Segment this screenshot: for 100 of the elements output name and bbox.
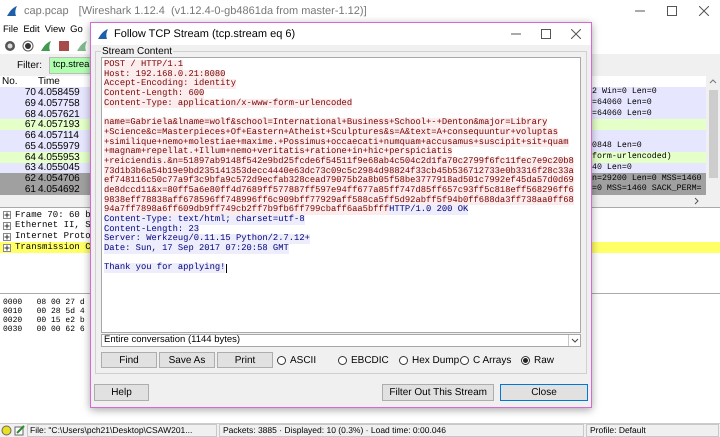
client-text: +magnam+repellat.+Illum+nemo+veritatis+ratione+in+hic+perspiciatis bbox=[104, 147, 452, 157]
format-radio[interactable]: Raw bbox=[521, 352, 554, 368]
dialog-button[interactable]: Help bbox=[94, 384, 149, 401]
restart-icon bbox=[76, 40, 88, 52]
window-title: cap.pcap bbox=[24, 4, 69, 19]
packet-time: 4.057621 bbox=[38, 108, 81, 120]
conversation-dropdown[interactable]: Entire conversation (1144 bytes) bbox=[101, 334, 581, 347]
client-text: POST / HTTP/1.1 bbox=[104, 60, 184, 70]
chevron-right-icon[interactable] bbox=[694, 196, 700, 205]
minimize-icon[interactable] bbox=[635, 10, 645, 12]
minimize-icon[interactable] bbox=[511, 33, 521, 35]
status-file: File: "C:\Users\pch21\Desktop\CSAW201... bbox=[27, 424, 217, 437]
dialog-button[interactable]: Close bbox=[500, 384, 588, 401]
client-text: +similique+nemo+molestiae+maxime.+Possimus+occaecati+numquam+accusamus+suscipit+sit+quam bbox=[104, 138, 569, 148]
packet-number: 64 bbox=[24, 150, 37, 163]
expand-icon[interactable] bbox=[4, 244, 10, 251]
packet-time: 4.057758 bbox=[38, 96, 81, 110]
menu-item[interactable]: View bbox=[44, 22, 66, 38]
client-text: Content-Type: application/x-www-form-urlencoded bbox=[104, 98, 352, 108]
tool-button[interactable]: Save As bbox=[159, 352, 215, 368]
client-text: Accept-Encoding: identity bbox=[104, 79, 236, 90]
server-text: Date: Sun, 17 Sep 2017 07:20:58 GMT bbox=[104, 244, 289, 254]
hex-line: 0020 00 15 e2 b bbox=[2, 316, 86, 325]
tool-button[interactable]: Print bbox=[217, 352, 273, 368]
packet-number: 66 bbox=[24, 129, 37, 142]
client-text: Host: 192.168.0.21:8080 bbox=[104, 70, 226, 80]
stream-text-area[interactable] bbox=[101, 57, 581, 333]
packet-time: 4.054692 bbox=[38, 183, 81, 198]
packet-time: 4.057193 bbox=[38, 118, 81, 131]
packet-info: =64060 Len=0 bbox=[592, 96, 653, 109]
hex-line: 0000 08 00 27 d bbox=[2, 298, 86, 307]
packet-time: 4.057114 bbox=[38, 129, 80, 142]
menu-item[interactable]: Go bbox=[70, 22, 83, 38]
server-text: Content-Length: 23 bbox=[104, 224, 200, 234]
status-indicator-icon[interactable] bbox=[1, 425, 12, 436]
server-text: Thank you for applying! bbox=[104, 263, 226, 274]
packet-info: =0 MSS=1460 SACK_PERM= bbox=[592, 183, 703, 196]
expand-icon[interactable] bbox=[4, 234, 10, 240]
detail-text: Ethernet II, S bbox=[15, 219, 91, 232]
chevron-up-icon[interactable] bbox=[709, 78, 717, 84]
format-radio[interactable]: C Arrays bbox=[460, 352, 521, 368]
menu-item[interactable]: Edit bbox=[23, 22, 40, 38]
server-text: Server: Werkzeug/0.11.15 Python/2.7.12+ bbox=[104, 234, 310, 244]
server-text: HTTP/1.0 200 OK bbox=[389, 205, 468, 216]
format-radio[interactable]: EBCDIC bbox=[338, 352, 399, 368]
detail-text: Internet Proto bbox=[15, 230, 91, 242]
detail-text: Frame 70: 60 b bbox=[15, 208, 91, 220]
packet-time: 4.055979 bbox=[38, 140, 81, 153]
format-radio[interactable]: Hex Dump bbox=[399, 352, 460, 368]
packet-time: 4.055045 bbox=[38, 161, 81, 174]
column-header[interactable]: No. bbox=[0, 76, 38, 87]
expand-icon[interactable] bbox=[4, 223, 10, 230]
chevron-down-icon bbox=[568, 335, 580, 346]
server-text: Content-Type: text/html; charset=utf-8 bbox=[104, 215, 305, 225]
packet-time: 4.058459 bbox=[38, 86, 81, 99]
comment-edit-icon[interactable] bbox=[14, 425, 25, 436]
stop-icon[interactable] bbox=[58, 40, 70, 52]
detail-text: Transmission C bbox=[15, 241, 91, 254]
dropdown-value: Entire conversation (1144 bytes) bbox=[103, 333, 242, 348]
shark-fin-icon bbox=[6, 5, 18, 17]
packet-number: 67 bbox=[24, 118, 37, 131]
close-icon[interactable] bbox=[571, 29, 581, 39]
packet-number: 65 bbox=[24, 140, 37, 153]
interfaces-icon[interactable] bbox=[4, 40, 16, 52]
tool-button[interactable]: Find bbox=[101, 352, 157, 368]
client-text: +reiciendis.&n=51897ab9148f542e9bd25fcde6f54511f9e68ab4c504c2d1fa70c2799f6fc11fec7e9c20b8 bbox=[104, 156, 574, 167]
expand-icon[interactable] bbox=[4, 212, 10, 218]
options-icon[interactable] bbox=[22, 40, 34, 52]
packet-number: 69 bbox=[24, 96, 37, 110]
window-subtitle: [Wireshark 1.12.4 (v1.12.4-0-gb4861da from master-1.12)] bbox=[78, 4, 367, 19]
client-text: +Science&c=Masterpieces+Of+Eastern+Atheist+Sculptures&s=A&text=A+consequuntur+voluptas bbox=[104, 128, 558, 138]
group-label: Stream Content bbox=[101, 46, 174, 57]
status-packets: Packets: 3885 · Displayed: 10 (0.3%) · Load time: 0:00.046 bbox=[219, 424, 584, 437]
packet-time: 4.054706 bbox=[38, 172, 81, 185]
packet-number: 68 bbox=[24, 108, 37, 120]
client-text: 94a7ff7898a6ff609db9ff749cb2ff7b9fb6ff799cbaff6aa5bfff bbox=[104, 205, 390, 216]
packet-info: 40 Len=0 bbox=[592, 162, 633, 174]
dialog-button[interactable]: Filter Out This Stream bbox=[382, 384, 494, 401]
maximize-icon[interactable] bbox=[541, 29, 551, 39]
packet-time: 4.055953 bbox=[38, 150, 81, 163]
hex-line: 0030 00 00 62 6 bbox=[2, 324, 86, 334]
client-text: de8dccd11&x=80ff5a6e80ff4d7689ff577887ff597e94ff677a85ff747d85ff657c93ff5c818eff568296ff6 bbox=[104, 186, 574, 196]
packet-info: n=29200 Len=0 MSS=1460 bbox=[592, 172, 703, 184]
client-text: ef748116c50c77a9f3c9bfa9c572d9ecfab328cead79075b2a8b05f58be3777918ad501c7992ef45da57d0d69 bbox=[104, 176, 574, 186]
status-profile: Profile: Default bbox=[586, 424, 719, 437]
packet-info: 0848 Len=0 bbox=[592, 140, 643, 152]
client-text: 73d1b3b6a54b19e9bd235141353decc4440e63dc73c09c5c2984d98824f33cb45b536712733e0b3316f28c33a bbox=[104, 166, 574, 176]
start-capture-icon bbox=[40, 40, 52, 52]
packet-info: form-urlencoded) bbox=[592, 150, 673, 163]
menu-item[interactable]: File bbox=[3, 22, 18, 38]
close-icon[interactable] bbox=[699, 6, 709, 16]
packet-number: 61 bbox=[24, 183, 37, 198]
text-cursor bbox=[226, 264, 228, 273]
maximize-icon[interactable] bbox=[667, 6, 677, 16]
dialog-title: Follow TCP Stream (tcp.stream eq 6) bbox=[114, 26, 296, 42]
format-radio[interactable]: ASCII bbox=[277, 352, 338, 368]
client-text: name=Gabriela&lname=wolf&school=International+Business+School+-+Denton&major=Library bbox=[104, 118, 548, 128]
client-text: Content-Length: 600 bbox=[104, 89, 204, 99]
hex-line: 0010 00 28 5d 4 bbox=[2, 306, 86, 316]
packet-number: 63 bbox=[24, 161, 37, 174]
